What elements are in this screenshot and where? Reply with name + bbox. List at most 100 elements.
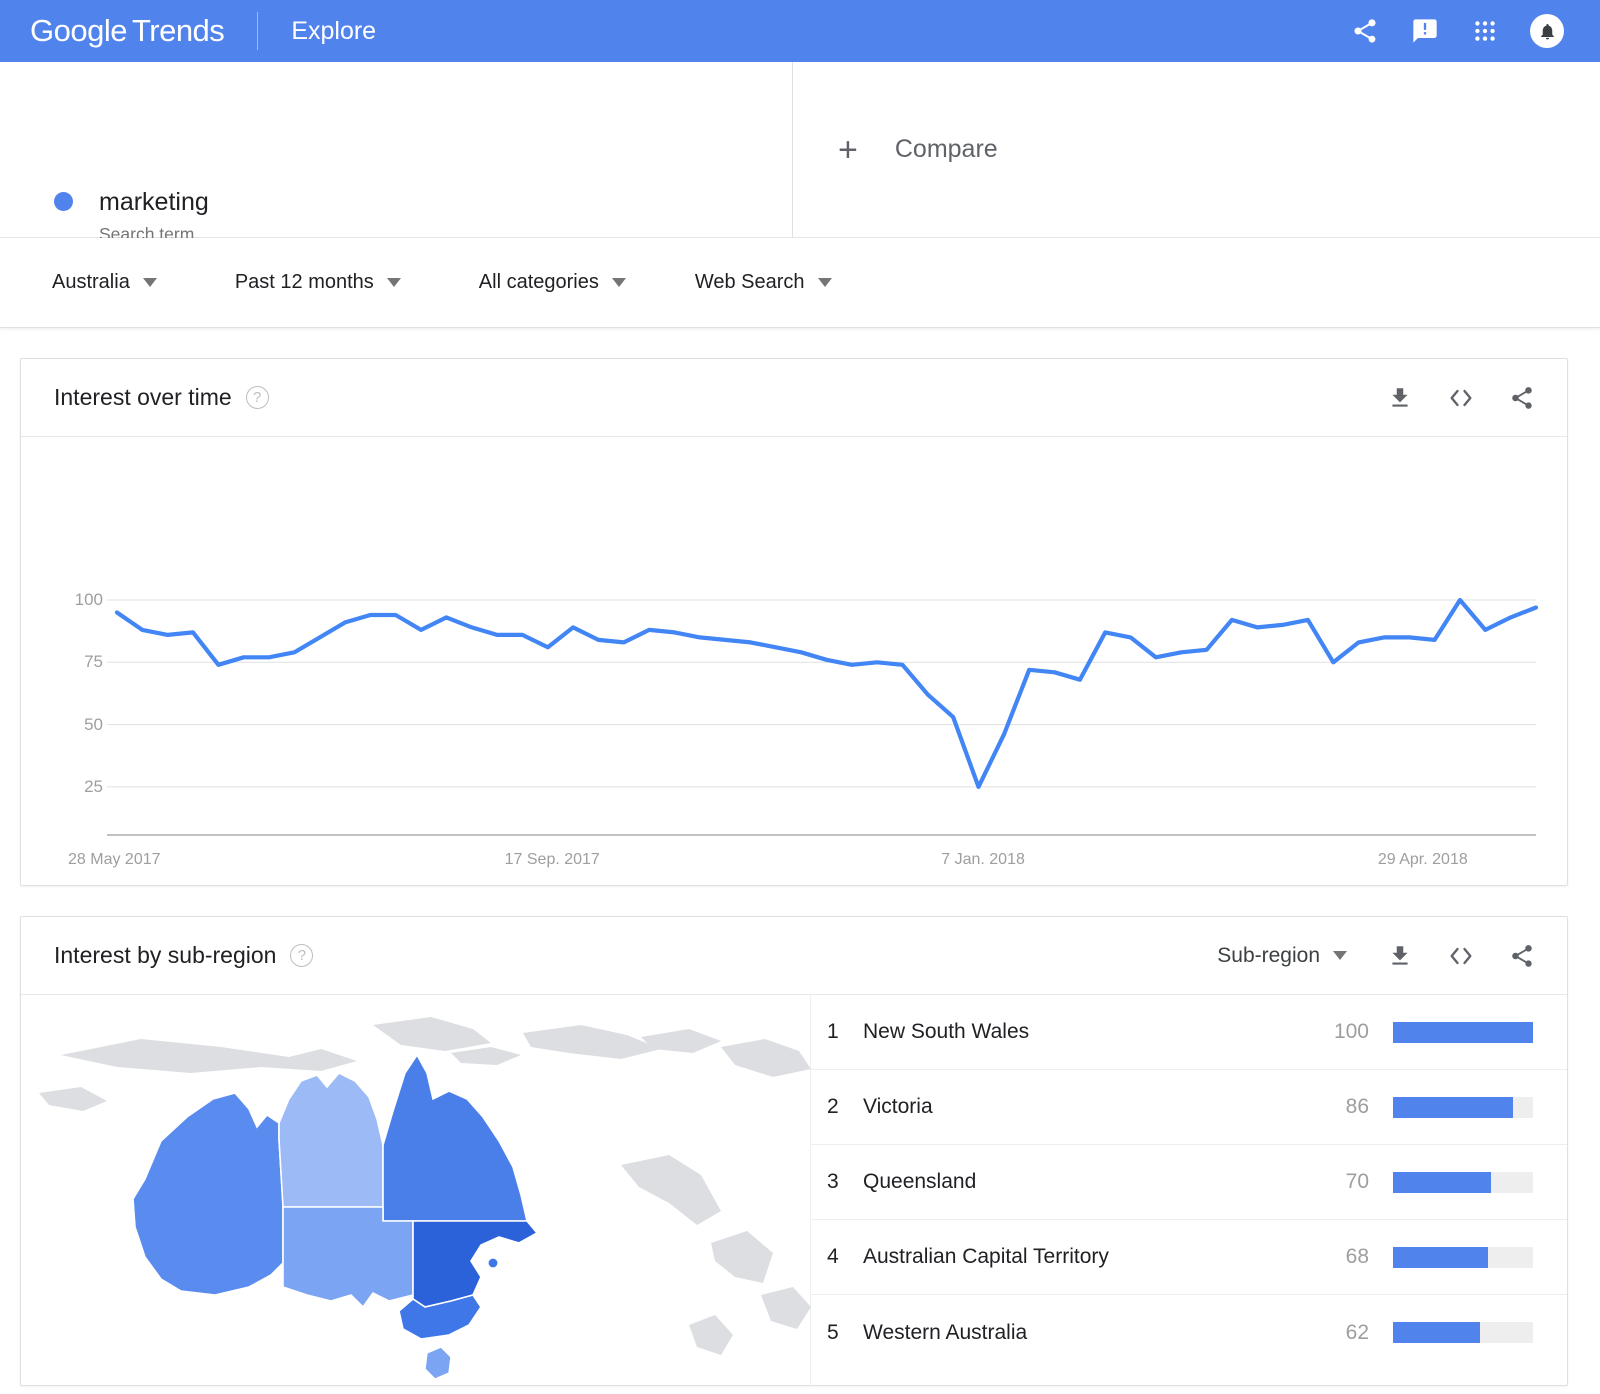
subregion-rank: 4 — [827, 1245, 839, 1268]
help-icon[interactable]: ? — [290, 944, 314, 967]
interest-over-time-card: Interest over time ? 25 50 75 100 28 May… — [20, 358, 1568, 886]
filter-search-type[interactable]: Web Search — [695, 271, 832, 294]
query-row: marketing Search term + Compare — [0, 62, 1600, 244]
subregion-level-select[interactable]: Sub-region — [1217, 944, 1347, 968]
subregion-bar-fill — [1393, 1322, 1480, 1343]
chevron-down-icon — [1333, 951, 1347, 960]
chevron-down-icon — [611, 278, 626, 287]
map-region-tasmania[interactable] — [424, 1346, 452, 1380]
map-region-south-australia[interactable] — [282, 1206, 414, 1309]
chevron-down-icon — [142, 278, 157, 287]
logo-google-text: Google — [30, 13, 127, 48]
explore-title: Explore — [291, 16, 377, 45]
plus-icon: + — [838, 130, 858, 169]
subregion-rank: 2 — [827, 1095, 839, 1118]
subregion-level-label: Sub-region — [1217, 943, 1320, 967]
subregion-name: Australian Capital Territory — [863, 1245, 1109, 1268]
filter-location[interactable]: Australia — [52, 271, 157, 294]
filter-search-type-label: Web Search — [694, 271, 805, 293]
appbar-actions — [1350, 14, 1600, 48]
subregion-bar-fill — [1393, 1096, 1514, 1118]
share-icon[interactable] — [1509, 943, 1535, 969]
filter-time-range[interactable]: Past 12 months — [235, 271, 401, 294]
search-term-chip[interactable]: marketing Search term — [0, 62, 793, 244]
subregion-bar-fill — [1393, 1021, 1533, 1043]
chevron-down-icon — [817, 278, 832, 287]
subregion-name: Victoria — [863, 1095, 933, 1118]
help-icon[interactable]: ? — [245, 386, 269, 409]
interest-by-subregion-body: 1 New South Wales 100 2 Victoria 86 3 Queenslan… — [21, 995, 1567, 1386]
interest-over-time-chart[interactable]: 25 50 75 100 28 May 2017 17 Sep. 2017 7 Jan. … — [21, 437, 1567, 886]
subregion-value: 68 — [1345, 1245, 1369, 1268]
subregion-row[interactable]: 1 New South Wales 100 — [811, 995, 1567, 1070]
interest-by-subregion-actions: Sub-region — [1217, 942, 1535, 970]
subregion-row[interactable]: 2 Victoria 86 — [811, 1070, 1567, 1145]
subregion-value: 70 — [1345, 1170, 1369, 1193]
subregion-row[interactable]: 4 Australian Capital Territory 68 — [811, 1220, 1567, 1295]
subregion-row[interactable]: 3 Queensland 70 — [811, 1145, 1567, 1220]
series-color-dot — [54, 192, 73, 211]
map-region-new-south-wales[interactable] — [412, 1220, 539, 1308]
map-region-northern-territory[interactable] — [278, 1072, 384, 1208]
interest-by-subregion-title: Interest by sub-region — [54, 942, 277, 968]
interest-by-subregion-header: Interest by sub-region ? Sub-region — [21, 917, 1567, 995]
google-trends-explore-page: Google Trends Explore marketing Search t… — [0, 0, 1600, 1394]
embed-code-icon[interactable] — [1447, 384, 1475, 412]
interest-over-time-title: Interest over time — [54, 384, 232, 410]
subregion-value: 62 — [1345, 1320, 1369, 1344]
search-term-label: marketing — [99, 188, 209, 216]
logo-trends-text: Trends — [131, 13, 225, 48]
appbar-divider — [257, 12, 259, 50]
filter-bar: Australia Past 12 months All categories … — [0, 238, 1600, 328]
chart-x-tick-label: 28 May 2017 — [68, 851, 161, 868]
app-bar: Google Trends Explore — [0, 0, 1600, 62]
map-region-western-australia[interactable] — [132, 1092, 284, 1296]
trend-line-series-marketing — [114, 597, 1539, 789]
share-icon[interactable] — [1509, 385, 1535, 411]
filter-location-label: Australia — [52, 271, 130, 293]
map-region-australian-capital-territory[interactable] — [487, 1257, 499, 1269]
subregion-rank: 1 — [827, 1020, 839, 1043]
add-compare-button[interactable]: + Compare — [793, 133, 998, 167]
notification-bell-icon[interactable] — [1530, 14, 1564, 48]
interest-over-time-actions — [1387, 384, 1535, 412]
interest-over-time-header: Interest over time ? — [21, 359, 1567, 437]
chart-y-tick-label: 25 — [84, 776, 103, 796]
subregion-bar-track — [1393, 1021, 1533, 1043]
apps-grid-icon[interactable] — [1470, 16, 1500, 46]
subregion-bar-track — [1393, 1171, 1533, 1193]
subregion-row[interactable]: 5 Western Australia 62 — [811, 1295, 1567, 1370]
subregion-bar-fill — [1393, 1171, 1491, 1193]
subregion-bar-track — [1393, 1096, 1533, 1118]
subregion-bar-track — [1393, 1246, 1533, 1268]
google-trends-logo[interactable]: Google Trends — [0, 13, 225, 49]
filter-category-label: All categories — [478, 271, 599, 293]
compare-label: Compare — [894, 135, 998, 163]
subregion-value: 86 — [1345, 1095, 1369, 1118]
subregion-value: 100 — [1333, 1020, 1369, 1043]
subregion-name: New South Wales — [863, 1020, 1030, 1043]
subregion-rank: 5 — [827, 1320, 839, 1344]
filter-category[interactable]: All categories — [479, 271, 626, 294]
chevron-down-icon — [386, 278, 401, 287]
trend-line-chart-svg — [107, 597, 1539, 836]
compare-pane: + Compare — [793, 62, 1600, 237]
chart-y-tick-label: 50 — [84, 714, 103, 734]
subregion-ranking-list: 1 New South Wales 100 2 Victoria 86 3 Queenslan… — [811, 995, 1567, 1386]
australia-choropleth-map[interactable] — [21, 995, 811, 1386]
map-region-queensland[interactable] — [382, 1053, 529, 1222]
share-icon[interactable] — [1350, 16, 1380, 46]
australia-map-svg — [39, 1017, 811, 1380]
embed-code-icon[interactable] — [1447, 942, 1475, 970]
download-icon[interactable] — [1387, 943, 1413, 969]
download-icon[interactable] — [1387, 385, 1413, 411]
chart-x-tick-label: 17 Sep. 2017 — [504, 851, 600, 868]
feedback-icon[interactable] — [1410, 16, 1440, 46]
chart-x-tick-label: 7 Jan. 2018 — [941, 851, 1025, 868]
subregion-name: Queensland — [863, 1170, 977, 1193]
chart-y-tick-label: 100 — [74, 590, 103, 609]
subregion-rank: 3 — [827, 1170, 839, 1193]
subregion-name: Western Australia — [863, 1320, 1028, 1344]
filter-time-range-label: Past 12 months — [234, 271, 374, 293]
chart-x-tick-label: 29 Apr. 2018 — [1377, 851, 1468, 868]
